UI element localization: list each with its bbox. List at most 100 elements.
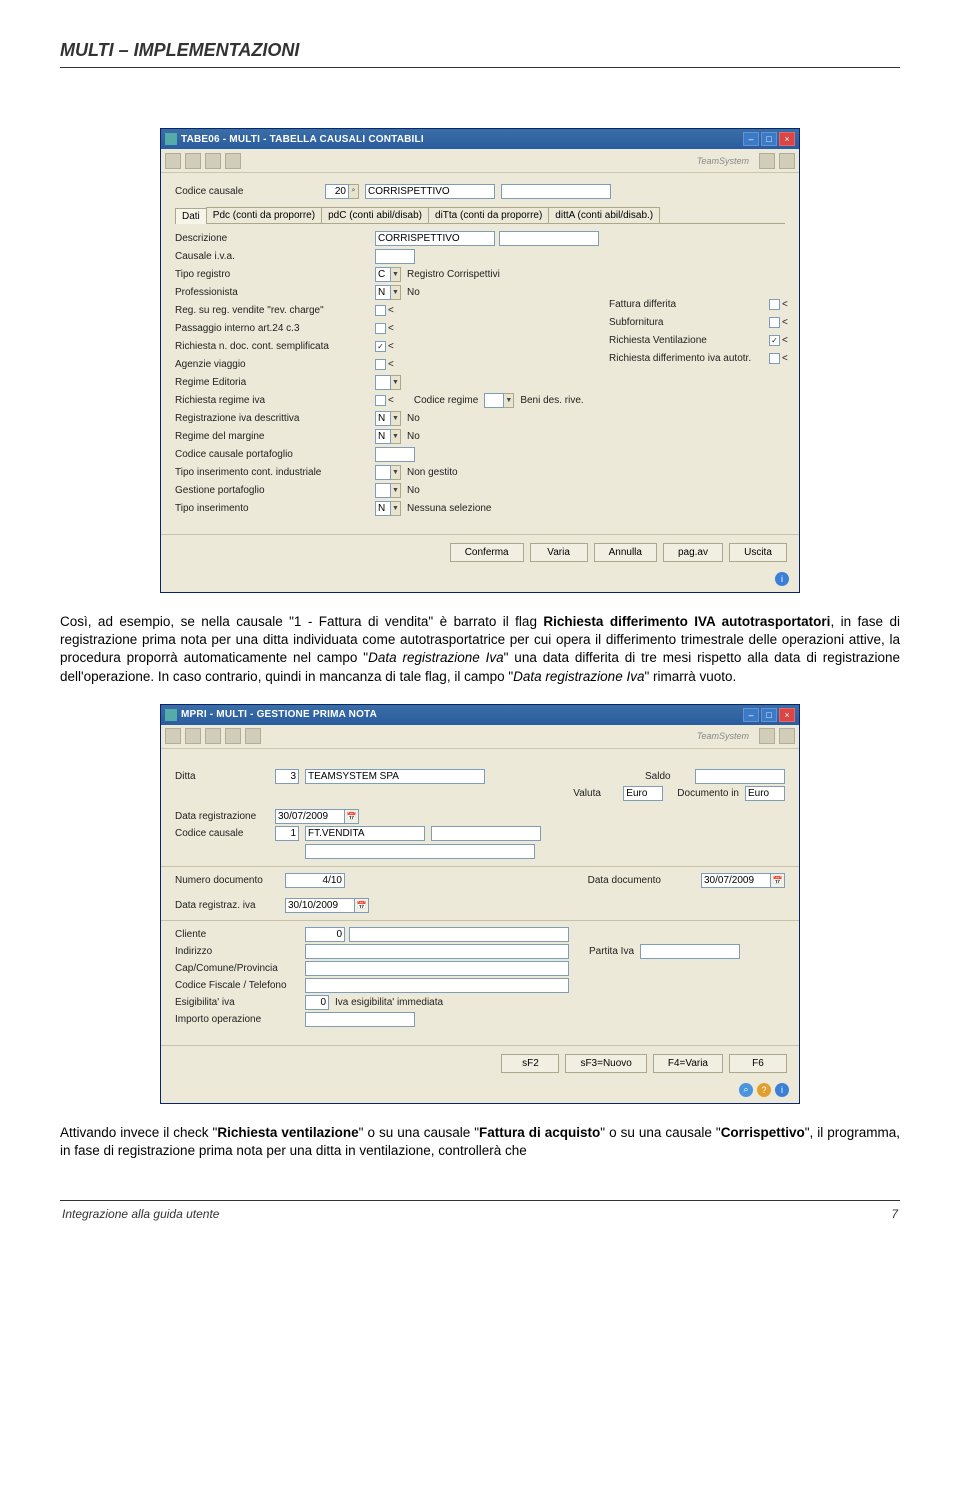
ventilazione-checkbox[interactable]: ✓ [769, 335, 780, 346]
numdoc-input[interactable]: 4/10 [285, 873, 345, 888]
search-icon[interactable]: ⌕ [739, 1083, 753, 1097]
valuta-input[interactable]: Euro [623, 786, 663, 801]
sf3-nuovo-button[interactable]: sF3=Nuovo [565, 1054, 646, 1073]
codice-regime-input[interactable] [484, 393, 504, 408]
datadoc-input[interactable]: 30/07/2009 [701, 873, 771, 888]
close-button[interactable]: × [779, 708, 795, 722]
ndoc-checkbox[interactable]: ✓ [375, 341, 386, 352]
toolbar-icon[interactable] [225, 728, 241, 744]
ditta-desc[interactable]: TEAMSYSTEM SPA [305, 769, 485, 784]
toolbar-icon[interactable] [165, 153, 181, 169]
toolbar-icon[interactable] [205, 728, 221, 744]
info-icon[interactable]: i [775, 1083, 789, 1097]
uscita-button[interactable]: Uscita [729, 543, 787, 562]
subfornitura-checkbox[interactable] [769, 317, 780, 328]
saldo-input[interactable] [695, 769, 785, 784]
dropdown-icon[interactable]: ▼ [391, 465, 401, 480]
datareg-input[interactable]: 30/07/2009 [275, 809, 345, 824]
esig-input[interactable]: 0 [305, 995, 329, 1010]
toolbar-icon[interactable] [185, 728, 201, 744]
toolbar-icon[interactable] [759, 728, 775, 744]
tab-ditta-proporre[interactable]: diTta (conti da proporre) [428, 207, 549, 223]
tab-ditta-abil[interactable]: dittA (conti abil/disab.) [548, 207, 660, 223]
fattura-differita-checkbox[interactable] [769, 299, 780, 310]
importo-input[interactable] [305, 1012, 415, 1027]
info-icon[interactable]: i [775, 572, 789, 586]
esig-desc: Iva esigibilita' immediata [335, 997, 443, 1008]
toolbar-icon[interactable] [165, 728, 181, 744]
cliente-desc[interactable] [349, 927, 569, 942]
pagav-button[interactable]: pag.av [663, 543, 723, 562]
f6-button[interactable]: F6 [729, 1054, 787, 1073]
varia-button[interactable]: Varia [530, 543, 588, 562]
descrizione-input2[interactable] [499, 231, 599, 246]
regime-editoria-input[interactable] [375, 375, 391, 390]
dataregiva-input[interactable]: 30/10/2009 [285, 898, 355, 913]
agenzie-checkbox[interactable] [375, 359, 386, 370]
causale-iva-input[interactable] [375, 249, 415, 264]
minimize-button[interactable]: – [743, 132, 759, 146]
toolbar-icon[interactable] [205, 153, 221, 169]
lock-icon: < [388, 341, 394, 352]
tab-pdc-proporre[interactable]: Pdc (conti da proporre) [206, 207, 322, 223]
gestport-input[interactable] [375, 483, 391, 498]
toolbar-icon[interactable] [779, 153, 795, 169]
passaggio-checkbox[interactable] [375, 323, 386, 334]
field-label: Causale i.v.a. [175, 251, 375, 262]
toolbar-icon[interactable] [245, 728, 261, 744]
dropdown-icon[interactable]: ▼ [504, 393, 514, 408]
calendar-icon[interactable]: 📅 [345, 809, 359, 824]
minimize-button[interactable]: – [743, 708, 759, 722]
dropdown-icon[interactable]: ▼ [391, 267, 401, 282]
contind-input[interactable] [375, 465, 391, 480]
codice-causale-desc[interactable]: CORRISPETTIVO [365, 184, 495, 199]
professionista-input[interactable]: N [375, 285, 391, 300]
codice-causale-desc2[interactable] [501, 184, 611, 199]
portafoglio-input[interactable] [375, 447, 415, 462]
ditta-input[interactable]: 3 [275, 769, 299, 784]
field-label: Descrizione [175, 233, 375, 244]
lookup-icon[interactable]: ⌕ [349, 184, 359, 199]
conferma-button[interactable]: Conferma [450, 543, 524, 562]
toolbar-icon[interactable] [759, 153, 775, 169]
tab-dati[interactable]: Dati [175, 208, 207, 224]
toolbar-icon[interactable] [779, 728, 795, 744]
codcau-desc[interactable]: FT.VENDITA [305, 826, 425, 841]
annulla-button[interactable]: Annulla [594, 543, 657, 562]
codcau-input[interactable]: 1 [275, 826, 299, 841]
tipoins-input[interactable]: N [375, 501, 391, 516]
maximize-button[interactable]: □ [761, 132, 777, 146]
dropdown-icon[interactable]: ▼ [391, 411, 401, 426]
sf2-button[interactable]: sF2 [501, 1054, 559, 1073]
margine-input[interactable]: N [375, 429, 391, 444]
codcau-desc2[interactable] [431, 826, 541, 841]
dropdown-icon[interactable]: ▼ [391, 483, 401, 498]
differimento-autotr-checkbox[interactable] [769, 353, 780, 364]
tab-pdc-abil[interactable]: pdC (conti abil/disab) [321, 207, 429, 223]
dropdown-icon[interactable]: ▼ [391, 429, 401, 444]
reg-iva-desc-input[interactable]: N [375, 411, 391, 426]
dropdown-icon[interactable]: ▼ [391, 375, 401, 390]
dropdown-icon[interactable]: ▼ [391, 501, 401, 516]
toolbar-icon[interactable] [185, 153, 201, 169]
descrizione-input[interactable]: CORRISPETTIVO [375, 231, 495, 246]
cf-input[interactable] [305, 978, 569, 993]
tipo-registro-input[interactable]: C [375, 267, 391, 282]
indirizzo-input[interactable] [305, 944, 569, 959]
piva-input[interactable] [640, 944, 740, 959]
regime-iva-checkbox[interactable] [375, 395, 386, 406]
cliente-input[interactable]: 0 [305, 927, 345, 942]
codice-causale-input[interactable]: 20 [325, 184, 349, 199]
calendar-icon[interactable]: 📅 [771, 873, 785, 888]
cap-input[interactable] [305, 961, 569, 976]
toolbar-icon[interactable] [225, 153, 241, 169]
docin-input[interactable]: Euro [745, 786, 785, 801]
close-button[interactable]: × [779, 132, 795, 146]
f4-varia-button[interactable]: F4=Varia [653, 1054, 723, 1073]
maximize-button[interactable]: □ [761, 708, 777, 722]
codcau-line2[interactable] [305, 844, 535, 859]
rev-charge-checkbox[interactable] [375, 305, 386, 316]
dropdown-icon[interactable]: ▼ [391, 285, 401, 300]
calendar-icon[interactable]: 📅 [355, 898, 369, 913]
help-icon[interactable]: ? [757, 1083, 771, 1097]
